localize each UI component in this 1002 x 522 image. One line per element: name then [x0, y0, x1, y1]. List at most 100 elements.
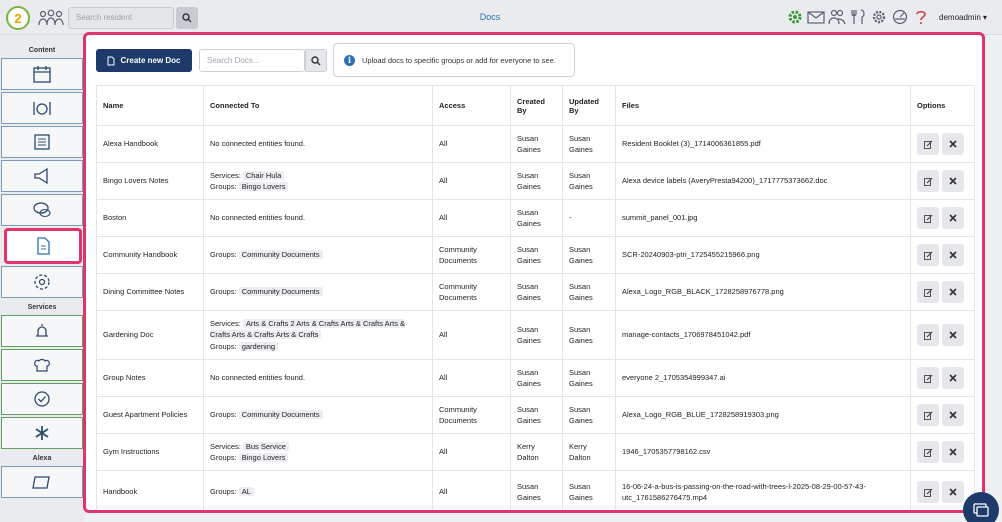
table-header-row: Name Connected To Access Created By Upda…	[96, 85, 975, 126]
table-row[interactable]: Gardening Doc Services: Arts & Crafts 2 Ar…	[96, 310, 975, 360]
edit-button[interactable]	[917, 281, 939, 303]
table-row[interactable]: Bingo Lovers Notes Services: Chair Hula Gro…	[96, 162, 975, 200]
sidebar-item-announcements[interactable]	[1, 160, 83, 192]
doc-name[interactable]: Gardening Doc	[96, 310, 204, 360]
delete-button[interactable]	[942, 170, 964, 192]
sidebar-item-tasks[interactable]	[1, 383, 83, 415]
edit-button[interactable]	[917, 481, 939, 503]
doc-name[interactable]: Boston	[96, 199, 204, 237]
staff-icon[interactable]	[828, 8, 846, 26]
edit-button[interactable]	[917, 367, 939, 389]
user-menu[interactable]: demoadmin ▾	[939, 13, 987, 22]
delete-button[interactable]	[942, 404, 964, 426]
create-doc-button[interactable]: Create new Doc	[96, 49, 192, 72]
sidebar-item-messages[interactable]	[1, 194, 83, 226]
col-created-header[interactable]: Created By	[510, 85, 563, 126]
col-access-header[interactable]: Access	[432, 85, 511, 126]
connected-tag: Chair Hula	[242, 170, 285, 180]
edit-button[interactable]	[917, 170, 939, 192]
delete-button[interactable]	[942, 244, 964, 266]
doc-updated-by: Susan Gaines	[562, 125, 616, 163]
col-files-header[interactable]: Files	[615, 85, 911, 126]
table-row[interactable]: Gym Instructions Services: Bus Service Grou…	[96, 433, 975, 471]
sidebar-item-medical[interactable]	[1, 417, 83, 449]
edit-button[interactable]	[917, 244, 939, 266]
doc-name[interactable]: Group Notes	[96, 359, 204, 397]
table-row[interactable]: Guest Apartment Policies Groups: Community…	[96, 396, 975, 434]
doc-file[interactable]: SCR-20240903-ptri_1725455215966.png	[615, 236, 911, 274]
doc-access: All	[432, 162, 511, 200]
col-updated-header[interactable]: Updated By	[562, 85, 616, 126]
table-row[interactable]: Handbook Groups: AL All Susan Gaines Susan Ga…	[96, 470, 975, 510]
resident-search-input[interactable]: Search resident	[68, 7, 174, 29]
doc-name[interactable]: Community Handbook	[96, 236, 204, 274]
sidebar-item-chef[interactable]	[1, 349, 83, 381]
table-row[interactable]: Alexa Handbook No connected entities foun…	[96, 125, 975, 163]
delete-button[interactable]	[942, 281, 964, 303]
doc-file[interactable]: Resident Booklet (3)_1714006361855.pdf	[615, 125, 911, 163]
col-name-header[interactable]: Name	[96, 85, 204, 126]
table-row[interactable]: Group Notes No connected entities found. A…	[96, 359, 975, 397]
doc-file[interactable]: Alexa_Logo_RGB_BLACK_1728258976778.png	[615, 273, 911, 311]
delete-button[interactable]	[942, 324, 964, 346]
sidebar-item-calendar[interactable]	[1, 58, 83, 90]
edit-button[interactable]	[917, 133, 939, 155]
doc-updated-by: Susan Gaines	[562, 236, 616, 274]
sidebar-item-docs[interactable]	[4, 228, 82, 264]
page-title: Docs	[479, 12, 501, 22]
connected-line: Groups: Community Documents	[210, 409, 426, 421]
table-row[interactable]: Dining Committee Notes Groups: Community D…	[96, 273, 975, 311]
table-row[interactable]: Community Handbook Groups: Community Docum…	[96, 236, 975, 274]
doc-name[interactable]: Bingo Lovers Notes	[96, 162, 204, 200]
resident-search-button[interactable]	[176, 7, 198, 29]
doc-file[interactable]: 1946_1705357798162.csv	[615, 433, 911, 471]
app-logo[interactable]: 2	[6, 6, 30, 30]
doc-created-by: Kerry Dalton	[510, 433, 563, 471]
connected-tag: gardening	[238, 341, 279, 351]
settings-icon[interactable]	[870, 8, 888, 26]
doc-name[interactable]: Handbook	[96, 470, 204, 510]
doc-name[interactable]: Guest Apartment Policies	[96, 396, 204, 434]
sidebar-item-dining[interactable]	[1, 92, 83, 124]
docs-search-button[interactable]	[305, 49, 327, 72]
doc-access: All	[432, 470, 511, 510]
doc-name[interactable]: Alexa Handbook	[96, 125, 204, 163]
gear-green-icon[interactable]	[786, 8, 804, 26]
doc-file[interactable]: manage-contacts_1706978451042.pdf	[615, 310, 911, 360]
sidebar-item-news[interactable]	[1, 126, 83, 158]
edit-button[interactable]	[917, 441, 939, 463]
doc-connected: Services: Arts & Crafts 2 Arts & Crafts A…	[203, 310, 433, 360]
doc-name[interactable]: Dining Committee Notes	[96, 273, 204, 311]
mail-icon[interactable]	[807, 8, 825, 26]
delete-button[interactable]	[942, 481, 964, 503]
doc-file[interactable]: 16-06-24-a-bus-is-passing-on-the-road-wi…	[615, 470, 911, 510]
asterisk-icon	[35, 426, 49, 440]
edit-button[interactable]	[917, 324, 939, 346]
sidebar-item-groups[interactable]	[1, 266, 83, 298]
residents-icon[interactable]	[38, 9, 64, 27]
doc-options	[910, 310, 975, 360]
dashboard-icon[interactable]	[891, 8, 909, 26]
delete-button[interactable]	[942, 441, 964, 463]
delete-button[interactable]	[942, 207, 964, 229]
doc-file[interactable]: Alexa_Logo_RGB_BLUE_1728258919303.png	[615, 396, 911, 434]
sidebar-item-alerts[interactable]	[1, 315, 83, 347]
table-row[interactable]: Boston No connected entities found. All Sus…	[96, 199, 975, 237]
col-connected-header[interactable]: Connected To	[203, 85, 433, 126]
sidebar-item-alexa-device[interactable]	[1, 466, 83, 498]
no-connections-text: No connected entities found.	[210, 139, 306, 149]
doc-options	[910, 273, 975, 311]
tools-icon[interactable]	[849, 8, 867, 26]
help-icon[interactable]	[912, 8, 930, 26]
doc-created-by: Susan Gaines	[510, 199, 563, 237]
support-chat-button[interactable]	[963, 492, 999, 522]
doc-name[interactable]: Gym Instructions	[96, 433, 204, 471]
doc-file[interactable]: summit_panel_001.jpg	[615, 199, 911, 237]
delete-button[interactable]	[942, 133, 964, 155]
doc-file[interactable]: Alexa device labels (AveryPresta94200)_1…	[615, 162, 911, 200]
edit-button[interactable]	[917, 207, 939, 229]
edit-button[interactable]	[917, 404, 939, 426]
doc-file[interactable]: everyone 2_1705354999347.ai	[615, 359, 911, 397]
delete-button[interactable]	[942, 367, 964, 389]
docs-search-input[interactable]: Search Docs...	[199, 49, 305, 72]
